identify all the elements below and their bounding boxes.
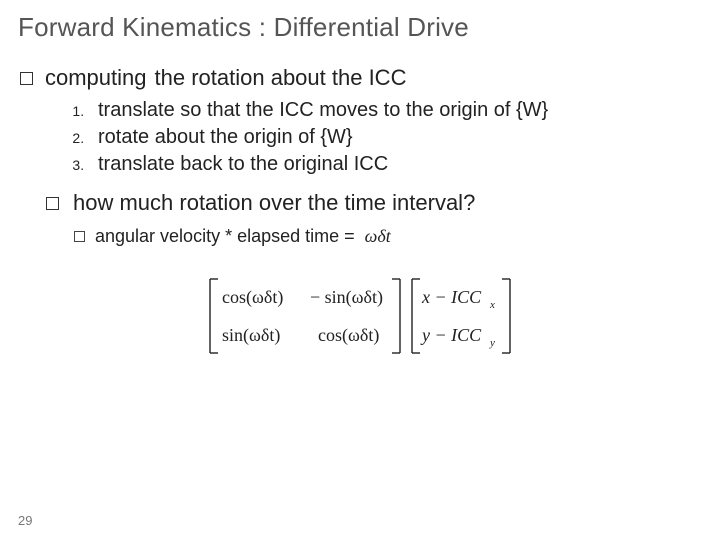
m-a21: sin(ωδt) — [222, 325, 280, 346]
omega-delta-t-inline: ωδt — [365, 226, 391, 247]
matrix-svg: cos(ωδt) − sin(ωδt) sin(ωδt) cos(ωδt) x … — [200, 271, 520, 361]
numbered-steps: translate so that the ICC moves to the o… — [88, 99, 702, 176]
right-bracket-icon — [502, 279, 510, 353]
bullet2-text: how much rotation over the time interval… — [73, 190, 475, 216]
m-v2-sub: y — [489, 337, 495, 349]
m-a22: cos(ωδt) — [318, 325, 379, 346]
bullet-computing: computing the rotation about the ICC — [20, 65, 702, 91]
slide-title: Forward Kinematics : Differential Drive — [18, 12, 702, 43]
m-a11: cos(ωδt) — [222, 287, 283, 308]
bullet1-lead: computing — [45, 65, 147, 91]
rotation-matrix-formula: cos(ωδt) − sin(ωδt) sin(ωδt) cos(ωδt) x … — [18, 271, 702, 361]
m-v2: y − ICC — [420, 325, 482, 345]
square-bullet-icon — [46, 197, 59, 210]
step-2: rotate about the origin of {W} — [88, 126, 702, 149]
step-1: translate so that the ICC moves to the o… — [88, 99, 702, 122]
bullet1-rest: the rotation about the ICC — [155, 65, 407, 91]
step-3: translate back to the original ICC — [88, 153, 702, 176]
m-v1: x − ICC — [421, 287, 482, 307]
m-a12: − sin(ωδt) — [310, 287, 383, 308]
subbullet-text: angular velocity * elapsed time = — [95, 226, 355, 247]
slide: Forward Kinematics : Differential Drive … — [0, 0, 720, 540]
right-bracket-icon — [392, 279, 400, 353]
bullet-how-much-rotation: how much rotation over the time interval… — [46, 190, 702, 216]
left-bracket-icon — [210, 279, 218, 353]
left-bracket-icon — [412, 279, 420, 353]
subbullet-angular-velocity: angular velocity * elapsed time = ωδt — [74, 226, 702, 247]
square-bullet-icon — [74, 231, 85, 242]
square-bullet-icon — [20, 72, 33, 85]
m-v1-sub: x — [489, 299, 495, 311]
page-number: 29 — [18, 513, 32, 528]
